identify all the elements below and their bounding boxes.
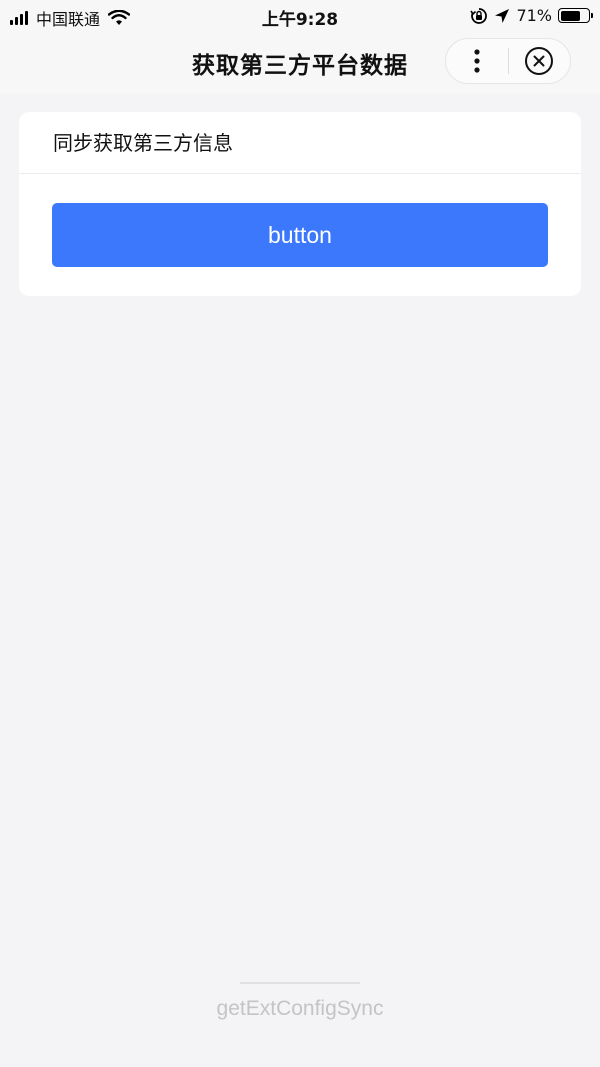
location-arrow-icon <box>495 8 510 23</box>
footer-api-name: getExtConfigSync <box>216 997 384 1020</box>
rotation-lock-icon <box>470 7 488 24</box>
menu-capsule <box>445 38 571 84</box>
card-title: 同步获取第三方信息 <box>19 112 581 174</box>
content-card: 同步获取第三方信息 button <box>19 112 581 296</box>
footer-divider <box>240 982 360 984</box>
navigation-bar: 获取第三方平台数据 <box>0 34 600 94</box>
battery-fill <box>560 10 580 21</box>
primary-button[interactable]: button <box>52 203 548 267</box>
status-right: 71% <box>470 6 593 25</box>
more-dots-icon <box>474 49 480 73</box>
more-button[interactable] <box>446 39 508 83</box>
battery-icon <box>558 8 593 23</box>
status-bar: 中国联通 上午9:28 71% <box>0 0 600 34</box>
close-button[interactable] <box>508 39 570 83</box>
close-circle-icon <box>525 47 554 75</box>
battery-percent: 71% <box>516 6 552 25</box>
